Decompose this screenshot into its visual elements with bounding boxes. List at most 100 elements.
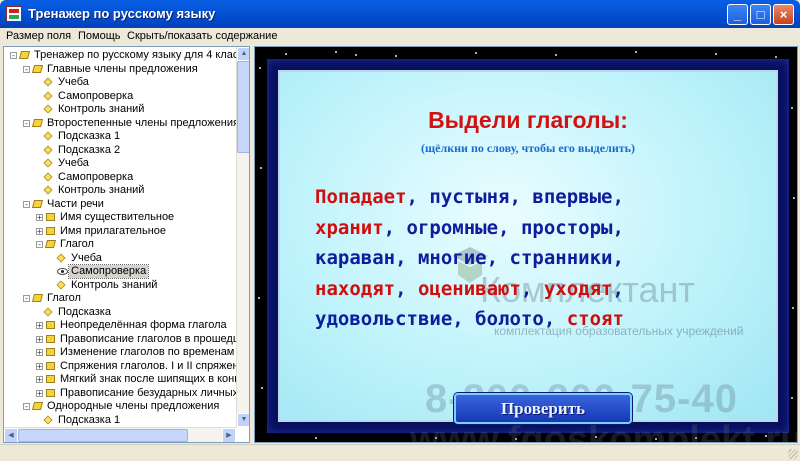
tree-node[interactable]: Самопроверка xyxy=(4,171,236,184)
tree-node-label: Тренажер по русскому языку для 4 класса xyxy=(34,49,236,61)
star-icon xyxy=(258,297,260,299)
page-icon xyxy=(43,158,53,168)
tree-node[interactable]: Учеба xyxy=(4,252,236,265)
word-option[interactable]: находят xyxy=(315,278,395,300)
tree-node[interactable]: Контроль знаний xyxy=(4,184,236,197)
word-option[interactable]: впервые xyxy=(532,186,612,208)
menu-toggle-contents[interactable]: Скрыть/показать содержание xyxy=(127,30,277,42)
hscroll-thumb[interactable] xyxy=(18,429,188,442)
menu-help[interactable]: Помощь xyxy=(78,30,121,42)
word-separator: , xyxy=(612,186,624,208)
tree-node[interactable]: Учеба xyxy=(4,76,236,89)
expand-icon[interactable]: + xyxy=(36,322,43,330)
tree-node[interactable]: - Однородные члены предложения xyxy=(4,400,236,413)
tree-node[interactable]: - Глагол xyxy=(4,238,236,251)
scroll-down-arrow-icon[interactable]: ▼ xyxy=(237,413,249,427)
tree-node[interactable]: Контроль знаний xyxy=(4,279,236,292)
word-option[interactable]: Попадает xyxy=(315,186,407,208)
tree-node[interactable]: + Имя существительное xyxy=(4,211,236,224)
book-icon xyxy=(46,361,55,370)
collapse-icon[interactable]: - xyxy=(23,119,30,127)
word-option[interactable]: просторы xyxy=(521,217,613,239)
tree-node-label: Правописание безударных личных око xyxy=(60,386,236,399)
expand-icon[interactable]: + xyxy=(36,349,43,357)
tree-node[interactable]: - Части речи xyxy=(4,198,236,211)
tree-node[interactable]: Контроль знаний xyxy=(4,103,236,116)
tree-node[interactable]: Подсказка 2 xyxy=(4,144,236,157)
word-separator: , xyxy=(383,216,407,239)
star-icon xyxy=(260,167,262,169)
tree-node-label: Однородные члены предложения xyxy=(47,400,220,412)
tree-vertical-scrollbar[interactable]: ▲ ▼ xyxy=(236,47,249,427)
star-icon xyxy=(395,55,397,57)
expand-icon[interactable]: + xyxy=(36,227,43,235)
expand-icon[interactable]: + xyxy=(36,362,43,370)
tree-node[interactable]: + Имя прилагательное xyxy=(4,225,236,238)
expand-icon[interactable]: + xyxy=(36,376,43,384)
menu-field-size[interactable]: Размер поля xyxy=(6,30,71,42)
tree-node[interactable]: + Правописание безударных личных око xyxy=(4,387,236,400)
collapse-icon[interactable]: - xyxy=(23,403,30,411)
page-icon xyxy=(43,171,53,182)
expand-icon[interactable]: + xyxy=(36,214,43,222)
open-book-icon xyxy=(31,294,44,302)
word-separator: , xyxy=(612,216,624,239)
tree-node-label: Самопроверка xyxy=(58,170,134,183)
minimize-button[interactable]: _ xyxy=(727,4,748,25)
collapse-icon[interactable]: - xyxy=(10,52,17,60)
tree-horizontal-scrollbar[interactable]: ◀ ▶ xyxy=(4,427,236,442)
tree-node[interactable]: Учеба xyxy=(4,157,236,170)
word-option[interactable]: пустыня xyxy=(429,186,509,208)
collapse-icon[interactable]: - xyxy=(23,65,30,73)
tree-node[interactable]: + Мягкий знак после шипящих в конце г xyxy=(4,373,236,386)
tree-node-label: Глагол xyxy=(47,292,81,304)
tree-node[interactable]: + Неопределённая форма глагола xyxy=(4,319,236,332)
collapse-icon[interactable]: - xyxy=(23,200,30,208)
page-icon xyxy=(56,252,66,263)
book-icon xyxy=(46,213,55,221)
exercise-title: Выдели глаголы: xyxy=(428,107,628,133)
scroll-thumb[interactable] xyxy=(237,61,249,153)
word-option[interactable]: многие xyxy=(418,247,487,269)
app-icon xyxy=(6,6,22,22)
word-option[interactable]: хранит xyxy=(315,217,384,239)
word-line: хранит, огромные, просторы, xyxy=(315,213,755,244)
word-option[interactable]: стоят xyxy=(567,308,624,330)
scroll-left-arrow-icon[interactable]: ◀ xyxy=(4,428,18,442)
word-option[interactable]: оценивают xyxy=(418,278,521,300)
tree-node[interactable]: Самопроверка xyxy=(4,90,236,103)
tree-node[interactable]: Самопроверка xyxy=(4,264,236,279)
collapse-icon[interactable]: - xyxy=(23,295,30,303)
title-bar: Тренажер по русскому языку _ □ × xyxy=(0,0,800,28)
collapse-icon[interactable]: - xyxy=(36,241,43,249)
tree-node[interactable]: - Второстепенные члены предложения xyxy=(4,117,236,130)
tree-node[interactable]: Подсказка 1 xyxy=(4,414,236,427)
expand-icon[interactable]: + xyxy=(36,389,43,397)
star-icon xyxy=(635,51,637,53)
word-option[interactable]: удовольствие xyxy=(315,308,452,330)
tree-node[interactable]: - Тренажер по русскому языку для 4 класса xyxy=(4,49,236,62)
tree-node[interactable]: - Главные члены предложения xyxy=(4,63,236,76)
word-option[interactable]: болото xyxy=(475,308,544,330)
star-icon xyxy=(335,51,337,53)
open-book-icon xyxy=(44,240,57,248)
tree-node[interactable]: + Изменение глаголов по временам xyxy=(4,346,236,359)
word-option[interactable]: огромные xyxy=(407,217,499,239)
close-button[interactable]: × xyxy=(773,4,794,25)
tree-node[interactable]: Подсказка xyxy=(4,306,236,319)
tree-node[interactable]: - Глагол xyxy=(4,292,236,305)
tree-node-label: Глагол xyxy=(60,238,94,250)
expand-icon[interactable]: + xyxy=(36,335,43,343)
status-bar xyxy=(0,444,800,461)
word-option[interactable]: караван xyxy=(315,247,395,269)
word-option[interactable]: уходят xyxy=(544,278,613,300)
tree-node[interactable]: + Спряжения глаголов. I и II спряжения xyxy=(4,360,236,373)
tree-node[interactable]: Подсказка 1 xyxy=(4,130,236,143)
scroll-up-arrow-icon[interactable]: ▲ xyxy=(237,47,249,61)
word-option[interactable]: странники xyxy=(510,247,613,269)
scroll-right-arrow-icon[interactable]: ▶ xyxy=(222,428,236,442)
resize-grip-icon[interactable] xyxy=(788,449,798,459)
maximize-button[interactable]: □ xyxy=(750,4,771,25)
check-button[interactable]: Проверить xyxy=(454,393,632,424)
tree-node[interactable]: + Правописание глаголов в прошедшем xyxy=(4,333,236,346)
